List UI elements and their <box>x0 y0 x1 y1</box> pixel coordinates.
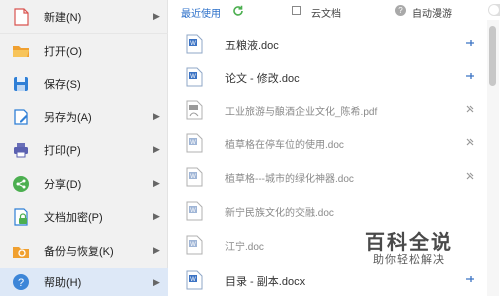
svg-text:W: W <box>190 242 196 248</box>
menu-item-label: 帮助(H) <box>44 277 82 289</box>
scrollbar-thumb[interactable] <box>489 26 496 86</box>
menu-item-save-as[interactable]: 另存为(A) ▶ <box>0 100 168 133</box>
svg-text:W: W <box>190 140 196 146</box>
svg-text:W: W <box>190 208 196 214</box>
menu-item-backup[interactable]: 备份与恢复(K) ▶ <box>0 234 168 267</box>
submenu-arrow-icon: ▶ <box>153 144 160 154</box>
file-name: 新宁民族文化的交融.doc <box>225 208 334 219</box>
auto-roam-toggle[interactable] <box>488 4 500 16</box>
file-row[interactable]: W 论文 - 修改.doc <box>169 61 487 93</box>
menu-item-label: 另存为(A) <box>44 111 92 124</box>
menu-item-label: 文档加密(P) <box>44 211 103 224</box>
cloud-docs-label: 云文档 <box>311 9 341 20</box>
recent-title: 最近使用 <box>181 9 221 20</box>
file-name: 五粮液.doc <box>225 40 279 52</box>
word-doc-icon: W <box>186 235 203 255</box>
word-doc-icon: W <box>186 167 203 187</box>
pin-icon[interactable] <box>465 38 475 48</box>
menu-item-encrypt[interactable]: 文档加密(P) ▶ <box>0 200 168 233</box>
file-row[interactable]: 工业旅游与酿酒企业文化_陈希.pdf <box>169 94 487 126</box>
menu-item-label: 打开(O) <box>44 45 82 58</box>
backup-icon <box>13 247 29 258</box>
watermark-subtitle: 助你轻松解决 <box>373 254 445 266</box>
save-as-icon <box>14 109 28 125</box>
word-doc-icon: W <box>186 133 203 153</box>
file-row[interactable]: W 植草格在停车位的使用.doc <box>169 127 487 159</box>
svg-text:W: W <box>190 277 196 283</box>
file-name: 江宁.doc <box>225 242 264 253</box>
submenu-arrow-icon: ▶ <box>153 276 160 287</box>
file-name: 植草格在停车位的使用.doc <box>225 140 344 151</box>
question-icon[interactable]: ? <box>395 5 406 16</box>
folder-open-icon <box>13 46 29 57</box>
menu-item-label: 备份与恢复(K) <box>44 245 114 258</box>
file-name: 目录 - 副本.docx <box>225 276 306 288</box>
unpin-icon[interactable] <box>465 171 475 181</box>
watermark: 百科全说 助你轻松解决 <box>362 226 472 270</box>
submenu-arrow-icon: ▶ <box>153 245 160 255</box>
svg-text:?: ? <box>18 277 24 289</box>
word-doc-icon: W <box>186 201 203 221</box>
scrollbar[interactable] <box>487 20 499 296</box>
file-name: 植草格---城市的绿化神器.doc <box>225 174 354 185</box>
new-file-icon <box>14 8 29 26</box>
file-row[interactable]: W 五粮液.doc <box>169 28 487 60</box>
svg-text:W: W <box>190 74 196 80</box>
menu-item-label: 新建(N) <box>44 11 82 24</box>
menu-item-print[interactable]: 打印(P) ▶ <box>0 133 168 166</box>
help-icon: ? <box>13 274 29 290</box>
menu-item-label: 分享(D) <box>44 178 82 191</box>
unpin-icon[interactable] <box>465 104 475 114</box>
unpin-icon[interactable] <box>465 137 475 147</box>
submenu-arrow-icon: ▶ <box>153 178 160 188</box>
menu-item-label: 打印(P) <box>44 144 81 157</box>
auto-roam-label: 自动漫游 <box>412 9 452 20</box>
menu-item-open[interactable]: 打开(O) <box>0 34 168 67</box>
menu-item-label: 保存(S) <box>44 78 81 91</box>
file-row[interactable]: W 植草格---城市的绿化神器.doc <box>169 161 487 193</box>
lock-document-icon <box>14 208 28 226</box>
share-icon <box>13 176 29 192</box>
menu-item-new[interactable]: 新建(N) ▶ <box>0 0 168 33</box>
refresh-icon[interactable] <box>232 5 244 17</box>
file-name: 工业旅游与酿酒企业文化_陈希.pdf <box>225 107 378 118</box>
pin-icon[interactable] <box>465 71 475 81</box>
menu-item-share[interactable]: 分享(D) ▶ <box>0 167 168 200</box>
save-icon <box>14 77 28 91</box>
word-doc-icon: W <box>186 34 203 54</box>
submenu-arrow-icon: ▶ <box>153 11 160 21</box>
file-name: 论文 - 修改.doc <box>225 73 300 85</box>
menu-item-save[interactable]: 保存(S) <box>0 67 168 100</box>
svg-text:W: W <box>190 174 196 180</box>
word-doc-icon: W <box>186 67 203 87</box>
submenu-arrow-icon: ▶ <box>153 111 160 121</box>
file-row[interactable]: W 新宁民族文化的交融.doc <box>169 195 487 227</box>
print-icon <box>14 143 28 158</box>
pin-icon[interactable] <box>465 274 475 284</box>
pdf-doc-icon <box>186 100 203 120</box>
file-menu: 新建(N) ▶ 打开(O) 保存(S) 另存为(A) ▶ 打印(P) ▶ 分享(… <box>0 0 168 296</box>
svg-text:W: W <box>190 41 196 47</box>
cloud-docs-checkbox[interactable] <box>292 6 301 15</box>
word-doc-icon: W <box>186 270 203 290</box>
submenu-arrow-icon: ▶ <box>153 211 160 221</box>
menu-item-help[interactable]: ? 帮助(H) ▶ <box>0 268 168 296</box>
